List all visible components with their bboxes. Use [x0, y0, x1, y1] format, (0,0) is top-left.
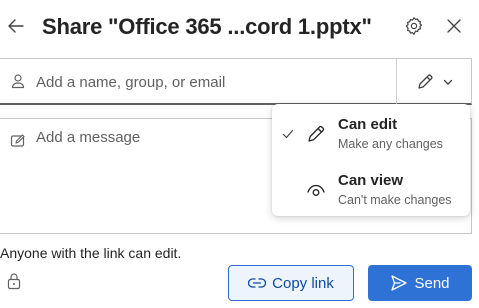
send-icon	[391, 275, 408, 291]
copy-link-button[interactable]: Copy link	[228, 265, 354, 301]
compose-icon	[10, 134, 25, 147]
gear-icon	[405, 17, 423, 35]
menu-item-description: Can't make changes	[338, 193, 452, 207]
menu-item-label: Can edit	[338, 116, 398, 133]
arrow-left-icon	[8, 19, 24, 33]
chevron-down-icon	[443, 79, 452, 85]
permission-dropdown-button[interactable]	[396, 59, 472, 104]
pencil-icon	[417, 73, 433, 89]
pencil-icon	[308, 125, 325, 142]
back-button[interactable]	[4, 14, 28, 38]
lock-icon	[7, 273, 21, 290]
settings-button[interactable]	[402, 14, 426, 38]
permission-menu: Can edit Make any changes Can view Can't…	[272, 104, 470, 216]
close-button[interactable]	[442, 14, 466, 38]
menu-item-can-view[interactable]: Can view Can't make changes	[272, 166, 470, 218]
recipient-field	[0, 58, 472, 105]
recipient-input[interactable]	[36, 69, 386, 95]
person-icon	[11, 74, 25, 89]
link-permission-text[interactable]: Anyone with the link can edit.	[0, 245, 181, 261]
checkmark-icon	[282, 129, 294, 139]
close-icon	[447, 19, 461, 33]
eye-icon	[307, 184, 325, 196]
send-label: Send	[414, 274, 450, 292]
dialog-header: Share "Office 365 ...cord 1.pptx"	[0, 0, 479, 58]
dialog-title: Share "Office 365 ...cord 1.pptx"	[42, 14, 372, 39]
menu-item-description: Make any changes	[338, 137, 443, 151]
copy-link-label: Copy link	[272, 274, 334, 292]
menu-item-can-edit[interactable]: Can edit Make any changes	[272, 110, 470, 162]
menu-item-label: Can view	[338, 172, 404, 189]
link-icon	[248, 278, 267, 288]
send-button[interactable]: Send	[368, 265, 472, 301]
